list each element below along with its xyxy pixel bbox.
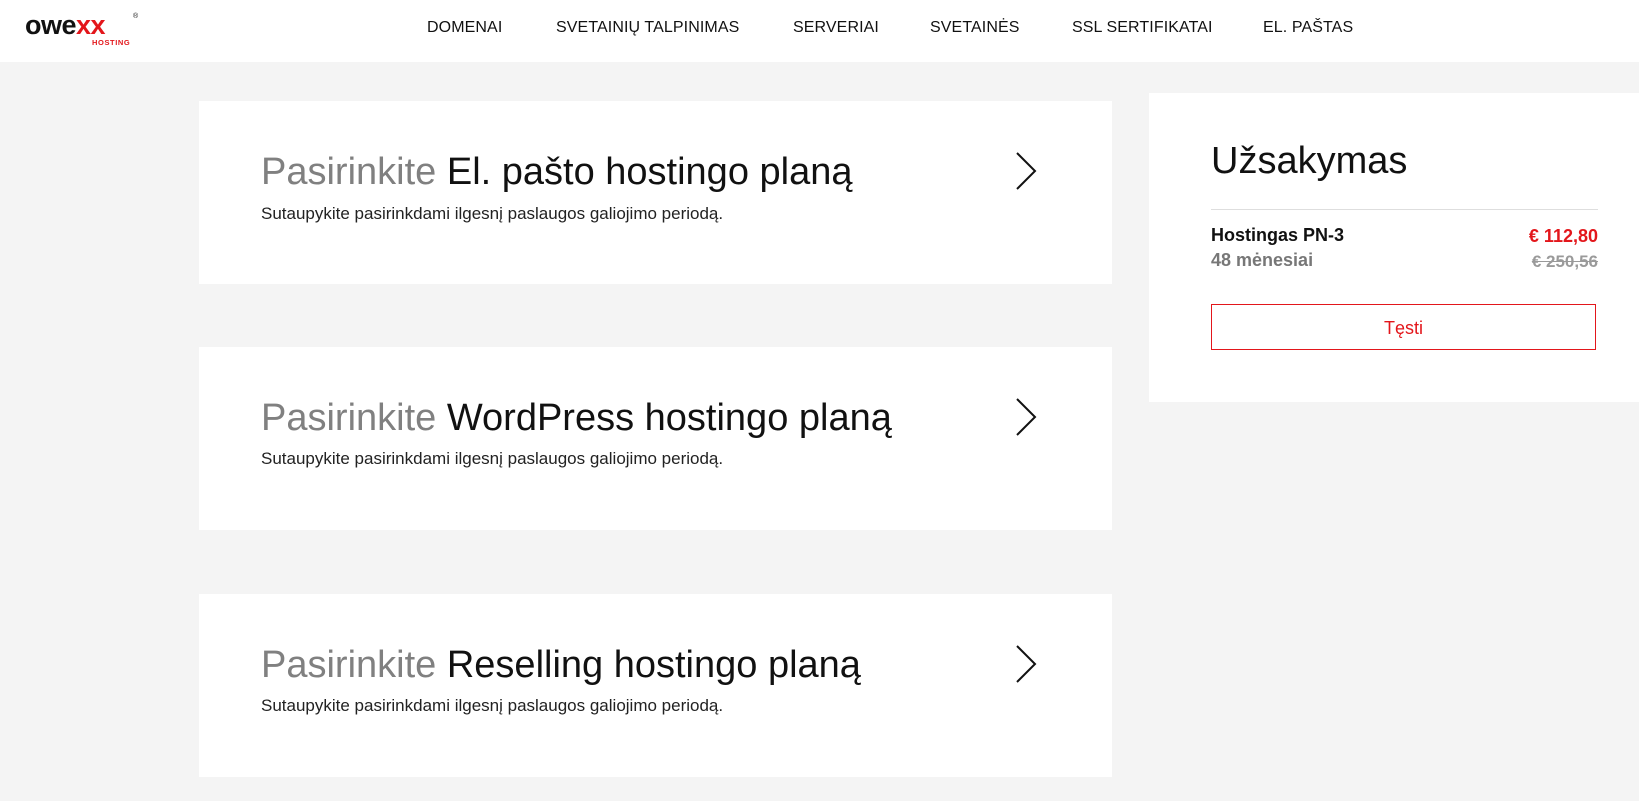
plan-subtitle: Sutaupykite pasirinkdami ilgesnį paslaug… <box>261 449 724 468</box>
plan-title-prefix: Pasirinkite <box>261 397 437 439</box>
plan-title-text: WordPress hostingo planą <box>446 397 892 439</box>
nav-item-el-pastas[interactable]: EL. PAŠTAS <box>1263 19 1353 37</box>
plan-card-reselling-hosting[interactable]: Pasirinkite Reselling hostingo planą Sut… <box>199 594 1112 777</box>
nav-item-ssl-sertifikatai[interactable]: SSL SERTIFIKATAI <box>1072 19 1213 37</box>
order-item-period: 48 mėnesiai <box>1211 250 1314 270</box>
order-summary-panel: Užsakymas Hostingas PN-3 48 mėnesiai € 1… <box>1149 93 1639 402</box>
nav-item-serveriai[interactable]: SERVERIAI <box>793 19 879 37</box>
order-item-name: Hostingas PN-3 <box>1211 225 1345 245</box>
order-price: € 112,80 <box>1528 226 1598 246</box>
plan-title-prefix: Pasirinkite <box>261 151 437 193</box>
nav-item-domenai[interactable]: DOMENAI <box>427 19 502 37</box>
main-nav: DOMENAI SVETAINIŲ TALPINIMAS SERVERIAI S… <box>0 0 1639 58</box>
plan-card-email-hosting[interactable]: Pasirinkite El. pašto hostingo planą Sut… <box>199 101 1112 284</box>
plan-title-prefix: Pasirinkite <box>261 644 437 686</box>
nav-item-svetaines[interactable]: SVETAINĖS <box>930 19 1020 37</box>
plan-subtitle: Sutaupykite pasirinkdami ilgesnį paslaug… <box>261 204 724 223</box>
plan-card-wordpress-hosting[interactable]: Pasirinkite WordPress hostingo planą Sut… <box>199 347 1112 530</box>
nav-item-svetainiu-talpinimas[interactable]: SVETAINIŲ TALPINIMAS <box>556 19 739 37</box>
plan-subtitle: Sutaupykite pasirinkdami ilgesnį paslaug… <box>261 696 724 715</box>
chevron-right-icon[interactable] <box>1014 397 1038 437</box>
order-old-price: € 250,56 <box>1531 252 1598 271</box>
continue-button[interactable]: Tęsti <box>1211 304 1596 350</box>
order-title: Užsakymas <box>1211 140 1408 182</box>
plan-title: Pasirinkite Reselling hostingo planą <box>261 643 861 687</box>
order-divider <box>1211 209 1598 210</box>
plan-title: Pasirinkite El. pašto hostingo planą <box>261 150 852 194</box>
plan-title-text: Reselling hostingo planą <box>446 644 861 686</box>
plan-title: Pasirinkite WordPress hostingo planą <box>261 396 892 440</box>
chevron-right-icon[interactable] <box>1014 644 1038 684</box>
site-header: owexx ® HOSTING DOMENAI SVETAINIŲ TALPIN… <box>0 0 1639 62</box>
chevron-right-icon[interactable] <box>1014 151 1038 191</box>
plan-title-text: El. pašto hostingo planą <box>446 151 853 193</box>
